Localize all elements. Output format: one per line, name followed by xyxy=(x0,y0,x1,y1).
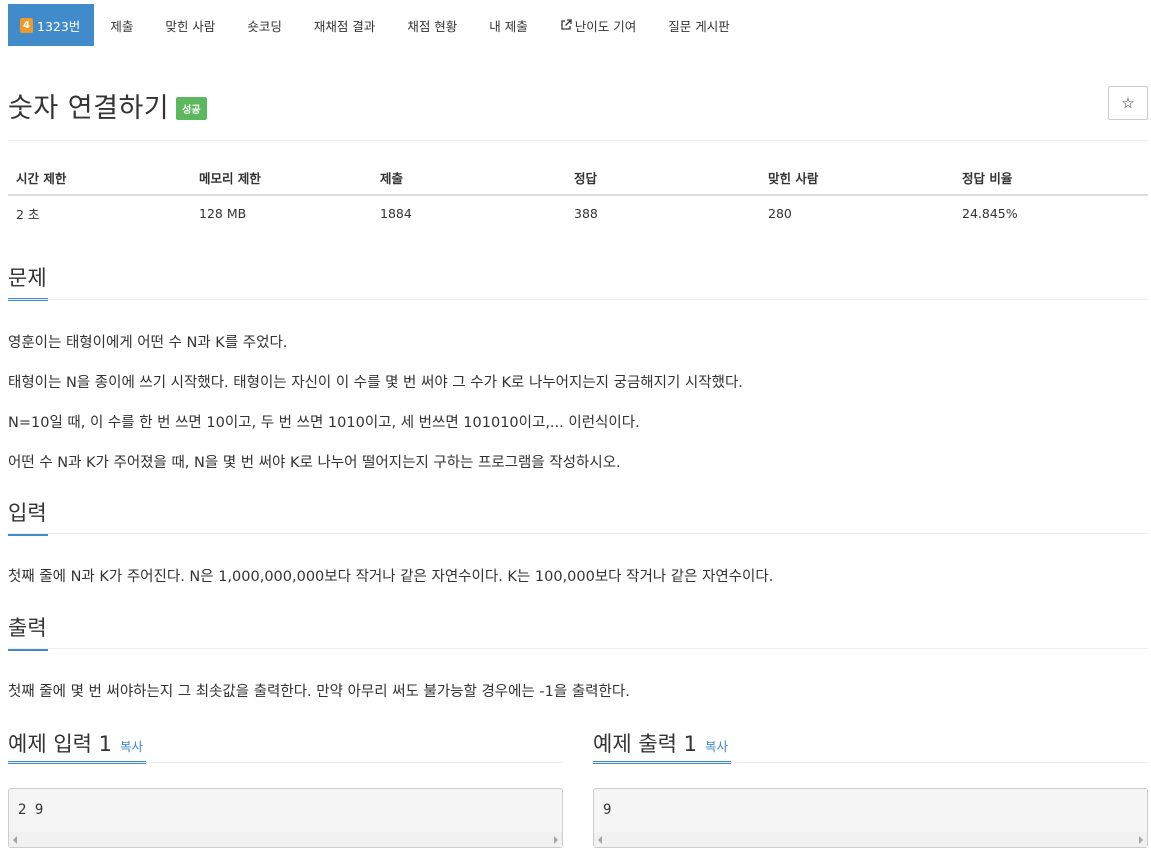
tab-question-board-label: 질문 게시판 xyxy=(668,18,730,34)
tier-badge-icon: 4 xyxy=(20,17,33,33)
tab-question-board[interactable]: 질문 게시판 xyxy=(652,4,745,46)
sample-input-horizontal-scrollbar[interactable] xyxy=(9,832,562,847)
description-divider xyxy=(8,299,1148,300)
favorite-star-button[interactable]: ☆ xyxy=(1108,86,1148,120)
description-heading: 문제 xyxy=(8,262,48,301)
sample-output-divider xyxy=(593,762,1148,763)
scroll-right-arrow-icon[interactable] xyxy=(554,836,558,844)
tab-problem[interactable]: 4 1323번 xyxy=(8,4,95,46)
info-table-header-row: 시간 제한 메모리 제한 제출 정답 맞힌 사람 정답 비율 xyxy=(8,160,1148,196)
tab-solvers[interactable]: 맞힌 사람 xyxy=(149,4,231,46)
tab-shortcoding-label: 숏코딩 xyxy=(247,18,282,34)
sample-input-value: 2 9 xyxy=(18,802,44,818)
output-divider xyxy=(8,648,1148,649)
sample-input-divider xyxy=(8,762,563,763)
tab-shortcoding[interactable]: 숏코딩 xyxy=(231,4,298,46)
value-accepted: 388 xyxy=(574,206,598,221)
description-paragraph: 어떤 수 N과 K가 주어졌을 때, N을 몇 번 써야 K로 나누어 떨어지는… xyxy=(8,455,621,471)
copy-sample-output-button[interactable]: 복사 xyxy=(705,736,728,755)
value-time-limit: 2 초 xyxy=(16,207,40,222)
tab-rejudge-results[interactable]: 재채점 결과 xyxy=(298,4,391,46)
tab-submit-label: 제출 xyxy=(110,18,134,34)
tab-difficulty-contribution[interactable]: 난이도 기여 xyxy=(544,4,652,46)
output-heading: 출력 xyxy=(8,612,48,651)
header-ratio: 정답 비율 xyxy=(954,160,1148,196)
value-memory-limit: 128 MB xyxy=(199,206,247,221)
sample-output-box[interactable]: 9 xyxy=(593,788,1148,848)
input-divider xyxy=(8,533,1148,534)
tab-solvers-label: 맞힌 사람 xyxy=(165,18,216,34)
header-memory-limit: 메모리 제한 xyxy=(191,160,372,196)
scroll-left-arrow-icon[interactable] xyxy=(13,836,17,844)
external-link-icon xyxy=(561,19,572,30)
tab-status-label: 채점 현황 xyxy=(407,18,458,34)
sample-input-heading: 예제 입력 1 복사 xyxy=(8,728,143,758)
sample-input-heading-text: 예제 입력 1 xyxy=(8,732,112,756)
output-paragraph: 첫째 줄에 몇 번 써야하는지 그 최솟값을 출력한다. 만약 아무리 써도 불… xyxy=(8,684,630,700)
sample-output-heading-text: 예제 출력 1 xyxy=(593,732,697,756)
sample-output-heading: 예제 출력 1 복사 xyxy=(593,728,728,758)
input-heading-text: 입력 xyxy=(8,501,47,525)
sample-output-horizontal-scrollbar[interactable] xyxy=(594,832,1147,847)
tab-rejudge-label: 재채점 결과 xyxy=(313,18,376,34)
description-paragraph: N=10일 때, 이 수를 한 번 쓰면 10이고, 두 번 쓰면 1010이고… xyxy=(8,415,640,431)
sample-input-box[interactable]: 2 9 xyxy=(8,788,563,848)
value-ratio: 24.845% xyxy=(962,206,1018,221)
problem-menu-tabs: 4 1323번 제출 맞힌 사람 숏코딩 재채점 결과 채점 현황 내 제출 난… xyxy=(8,4,746,46)
tab-status[interactable]: 채점 현황 xyxy=(391,4,473,46)
header-time-limit: 시간 제한 xyxy=(8,160,191,196)
tab-problem-label: 1323번 xyxy=(37,18,81,34)
output-heading-text: 출력 xyxy=(8,616,47,640)
tab-my-submissions-label: 내 제출 xyxy=(489,18,528,34)
info-table-row: 2 초 128 MB 1884 388 280 24.845% xyxy=(8,195,1148,231)
problem-title-row: 숫자 연결하기 성공 xyxy=(8,86,207,125)
description-heading-text: 문제 xyxy=(8,266,47,290)
star-icon: ☆ xyxy=(1121,94,1135,112)
copy-sample-input-button[interactable]: 복사 xyxy=(120,736,143,755)
input-paragraph: 첫째 줄에 N과 K가 주어진다. N은 1,000,000,000보다 작거나… xyxy=(8,569,774,585)
problem-info-table: 시간 제한 메모리 제한 제출 정답 맞힌 사람 정답 비율 2 초 128 M… xyxy=(8,160,1148,231)
header-solvers: 맞힌 사람 xyxy=(760,160,954,196)
input-heading: 입력 xyxy=(8,497,48,536)
problem-title: 숫자 연결하기 xyxy=(8,93,170,124)
description-paragraph: 영훈이는 태형이에게 어떤 수 N과 K를 주었다. xyxy=(8,335,288,351)
value-solvers: 280 xyxy=(768,206,792,221)
scroll-left-arrow-icon[interactable] xyxy=(598,836,602,844)
header-accepted: 정답 xyxy=(566,160,760,196)
description-paragraph: 태형이는 N을 종이에 쓰기 시작했다. 태형이는 자신이 이 수를 몇 번 써… xyxy=(8,375,743,391)
title-divider xyxy=(8,140,1148,141)
tab-submit[interactable]: 제출 xyxy=(94,4,149,46)
tab-my-submissions[interactable]: 내 제출 xyxy=(473,4,543,46)
value-submissions: 1884 xyxy=(380,206,412,221)
result-badge: 성공 xyxy=(176,97,207,120)
scroll-right-arrow-icon[interactable] xyxy=(1139,836,1143,844)
sample-output-value: 9 xyxy=(603,802,612,818)
header-submissions: 제출 xyxy=(372,160,566,196)
tab-difficulty-label: 난이도 기여 xyxy=(574,18,637,34)
